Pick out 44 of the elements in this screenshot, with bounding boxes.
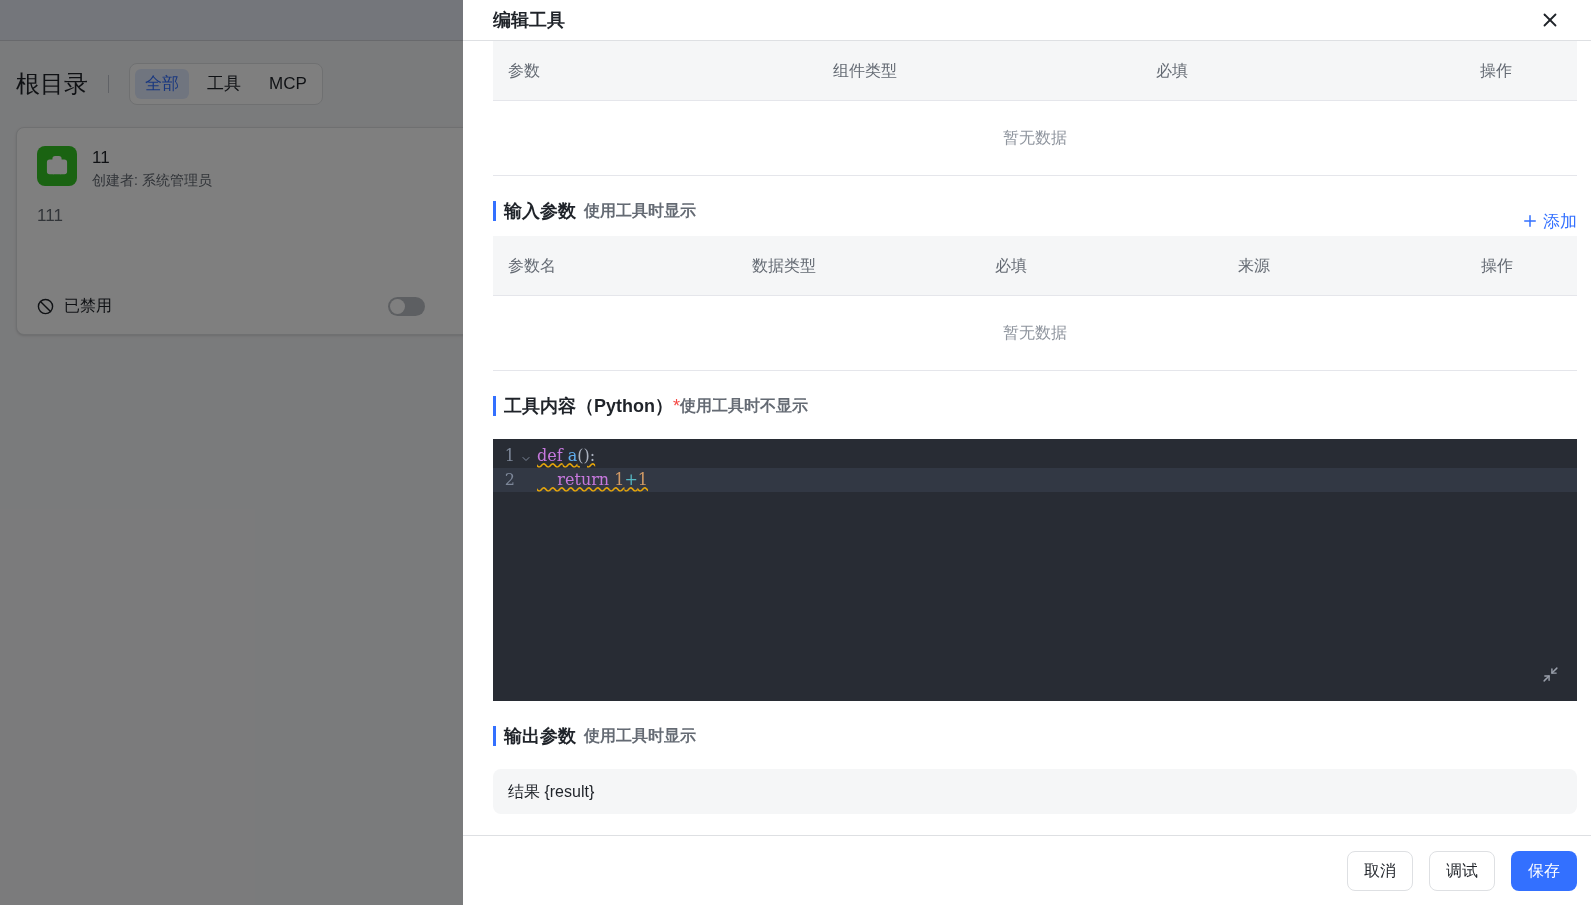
section-marker — [493, 396, 496, 416]
column-header: 数据类型 — [752, 255, 817, 276]
column-header: 参数 — [508, 60, 541, 81]
footer-button[interactable]: 保存 — [1511, 850, 1577, 891]
footer-button[interactable]: 调试 — [1429, 850, 1495, 891]
filter-tab[interactable]: 工具 — [197, 69, 251, 99]
section-marker — [493, 726, 496, 746]
tool-creator: 创建者: 系统管理员 — [92, 171, 212, 190]
section-marker — [493, 201, 496, 221]
code-line: return 1+1 — [556, 469, 648, 491]
column-header: 操作 — [1480, 60, 1513, 81]
column-header: 来源 — [1238, 255, 1271, 276]
empty-text: 暂无数据 — [1003, 128, 1067, 148]
column-header: 必填 — [1156, 60, 1189, 81]
tool-description: 111 — [37, 205, 64, 227]
tool-name: 11 — [92, 147, 111, 169]
add-button[interactable]: 添加 — [1521, 208, 1577, 234]
disabled-icon — [37, 297, 54, 315]
section-hint: 使用工具时显示 — [584, 726, 696, 746]
filter-tab[interactable]: MCP — [259, 69, 317, 99]
section-hint: 使用工具时不显示 — [680, 396, 808, 416]
column-header: 操作 — [1481, 255, 1514, 276]
empty-text: 暂无数据 — [1003, 323, 1067, 343]
footer-button[interactable]: 取消 — [1347, 850, 1413, 891]
output-field[interactable]: 结果 {result} — [493, 769, 1577, 814]
briefcase-icon — [37, 146, 77, 186]
code-line: def a(): — [537, 445, 596, 467]
enable-switch[interactable] — [388, 296, 425, 316]
column-header: 组件类型 — [833, 60, 898, 81]
column-header: 必填 — [995, 255, 1028, 276]
section-title: 工具内容（Python） — [504, 394, 673, 418]
line-number: 1 — [503, 445, 515, 467]
section-hint: 使用工具时显示 — [584, 201, 696, 221]
drawer-title: 编辑工具 — [493, 8, 565, 32]
section-title: 输入参数 — [504, 199, 576, 223]
page-title: 根目录 — [16, 69, 88, 99]
code-editor[interactable]: 1 def a(): 2 return 1+1 — [493, 439, 1577, 701]
filter-tab[interactable]: 全部 — [135, 69, 189, 99]
required-mark: * — [673, 394, 680, 418]
column-header: 参数名 — [508, 255, 557, 276]
tool-card[interactable]: 11 创建者: 系统管理员 111 已禁用 — [16, 127, 463, 335]
tool-status: 已禁用 — [64, 296, 112, 316]
line-number: 2 — [503, 469, 515, 491]
section-title: 输出参数 — [504, 724, 576, 748]
